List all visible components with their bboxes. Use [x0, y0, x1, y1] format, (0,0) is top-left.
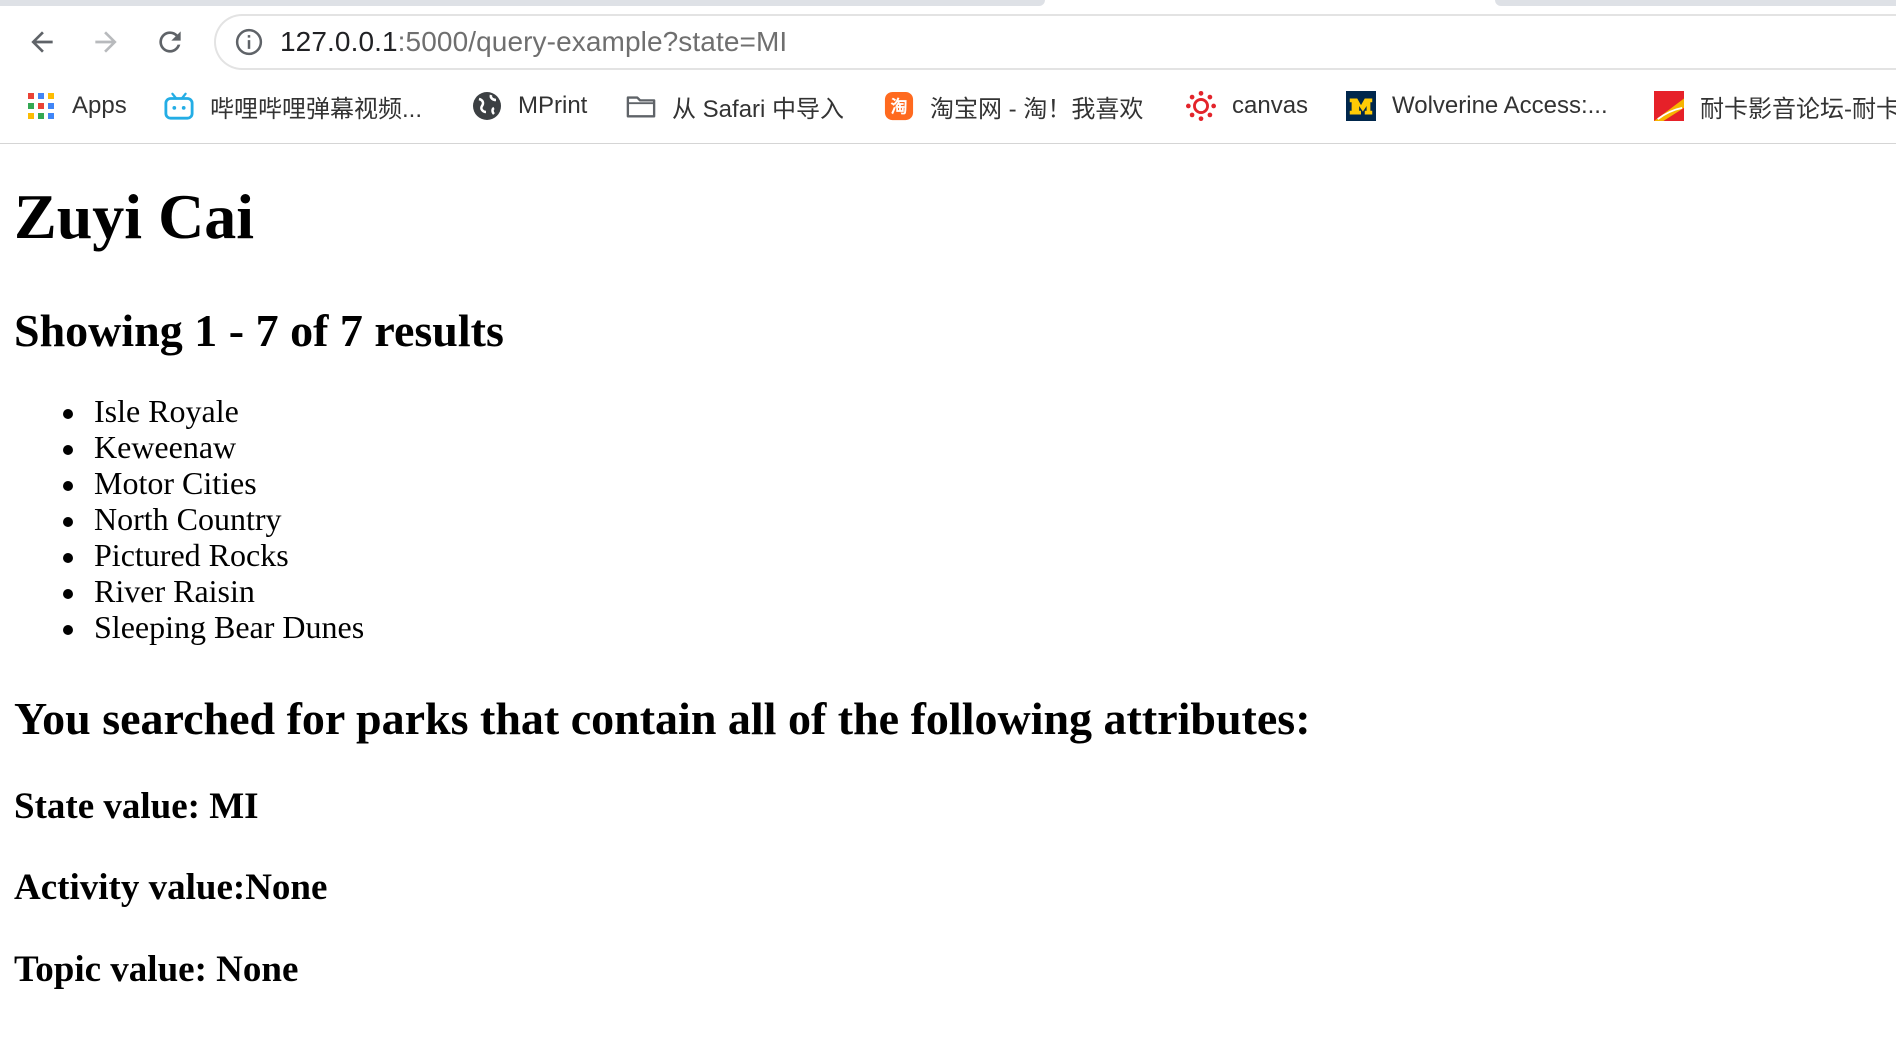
arrow-right-icon	[95, 31, 117, 53]
naika-icon	[1654, 91, 1684, 121]
taobao-icon: 淘	[884, 91, 914, 121]
results-count-heading: Showing 1 - 7 of 7 results	[14, 305, 504, 356]
browser-chrome: 127.0.0.1:5000/query-example?state=MI Ap…	[0, 0, 1896, 144]
bookmark-apps[interactable]: Apps	[26, 86, 127, 126]
svg-text:淘: 淘	[891, 97, 908, 117]
bookmark-taobao[interactable]: 淘 淘宝网 - 淘！我喜欢	[884, 86, 1143, 126]
bookmark-wolverine-access[interactable]: Wolverine Access:...	[1346, 86, 1608, 126]
topic-value: Topic value: None	[14, 949, 299, 990]
arrow-left-icon	[31, 31, 53, 53]
inactive-tab-left[interactable]	[0, 0, 1045, 6]
bookmark-label: 哔哩哔哩弹幕视频...	[210, 95, 423, 123]
activity-value: Activity value:None	[14, 867, 328, 908]
reload-icon	[159, 31, 181, 53]
state-value: State value: MI	[14, 786, 259, 827]
list-item: Isle Royale	[0, 393, 364, 429]
search-attributes-heading: You searched for parks that contain all …	[14, 693, 1311, 744]
page-title: Zuyi Cai	[14, 181, 255, 252]
bookmark-label: MPrint	[518, 92, 588, 119]
list-item: Keweenaw	[0, 429, 364, 465]
bilibili-icon	[164, 91, 194, 121]
url-host: 127.0.0.1	[280, 26, 398, 57]
bookmark-label: 耐卡影音论坛-耐卡	[1700, 95, 1896, 123]
bookmark-label: 淘宝网 - 淘！我喜欢	[930, 95, 1144, 123]
park-results-list: Isle Royale Keweenaw Motor Cities North …	[0, 393, 364, 645]
apps-grid-icon	[26, 91, 56, 121]
tab-strip	[0, 0, 1896, 6]
list-item: River Raisin	[0, 573, 364, 609]
bookmark-label: canvas	[1232, 92, 1309, 119]
bookmark-naika[interactable]: 耐卡影音论坛-耐卡	[1654, 86, 1896, 126]
list-item: North Country	[0, 501, 364, 537]
inactive-tab-right[interactable]	[1495, 0, 1896, 6]
url-text[interactable]: 127.0.0.1:5000/query-example?state=MI	[280, 26, 787, 58]
globe-icon	[472, 91, 502, 121]
bookmark-mprint[interactable]: MPrint	[472, 86, 587, 126]
canvas-icon	[1186, 91, 1216, 121]
michigan-m-icon	[1346, 91, 1376, 121]
forward-button[interactable]	[84, 20, 128, 64]
list-item: Sleeping Bear Dunes	[0, 609, 364, 645]
list-item: Motor Cities	[0, 465, 364, 501]
bookmark-label: Wolverine Access:...	[1392, 92, 1608, 119]
bookmark-label: 从 Safari 中导入	[672, 95, 845, 123]
bookmarks-bar: Apps 哔哩哔哩弹幕视频... MPrint 从 Safari 中导入 淘 淘…	[0, 86, 1896, 126]
info-icon[interactable]	[234, 27, 264, 57]
url-path: :5000/query-example?state=MI	[397, 26, 788, 57]
bookmark-bilibili[interactable]: 哔哩哔哩弹幕视频...	[164, 86, 422, 126]
list-item: Pictured Rocks	[0, 537, 364, 573]
bookmark-canvas[interactable]: canvas	[1186, 86, 1308, 126]
reload-button[interactable]	[148, 20, 192, 64]
browser-toolbar: 127.0.0.1:5000/query-example?state=MI	[0, 12, 1896, 74]
back-button[interactable]	[20, 20, 64, 64]
folder-icon	[626, 91, 656, 121]
bookmark-safari-import[interactable]: 从 Safari 中导入	[626, 86, 844, 126]
bookmark-label: Apps	[72, 92, 127, 119]
address-bar[interactable]: 127.0.0.1:5000/query-example?state=MI	[214, 14, 1896, 70]
